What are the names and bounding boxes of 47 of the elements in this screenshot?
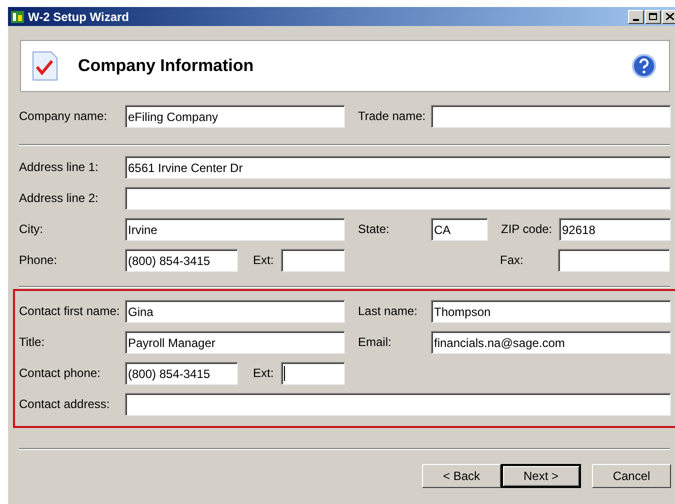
text-field[interactable] [431,105,671,128]
window-title: W-2 Setup Wizard [28,8,129,26]
field-label: Fax: [500,253,524,267]
wizard-button[interactable]: Next > [501,464,581,488]
field-label: Contact first name: [19,304,120,318]
wizard-button[interactable]: Cancel [592,464,671,488]
field-label: Ext: [253,253,274,267]
field-label: Address line 2: [19,191,98,205]
text-field[interactable] [281,362,345,385]
field-label: Address line 1: [19,160,98,174]
text-field[interactable] [281,249,345,272]
text-field[interactable] [125,393,671,416]
field-label: Ext: [253,366,274,380]
close-icon [666,13,674,20]
close-button[interactable] [662,10,675,24]
text-field[interactable]: financials.na@sage.com [431,331,671,354]
field-label: Phone: [19,253,58,267]
text-field[interactable]: CA [431,218,488,241]
text-field[interactable]: eFiling Company [125,105,345,128]
help-icon[interactable] [632,54,656,78]
text-cursor [284,366,285,381]
field-label: Contact address: [19,397,110,411]
text-field[interactable]: Gina [125,300,345,323]
wizard-button[interactable]: < Back [422,464,501,488]
maximize-button[interactable] [645,10,661,24]
text-field[interactable]: Irvine [125,218,345,241]
field-label: ZIP code: [501,222,552,236]
page-title: Company Information [78,55,254,78]
field-label: Title: [19,335,45,349]
field-label: City: [19,222,43,236]
text-field[interactable]: Thompson [431,300,671,323]
text-field[interactable] [125,187,671,210]
field-label: Company name: [19,109,108,123]
app-icon [10,10,25,24]
text-field[interactable]: (800) 854-3415 [125,362,238,385]
text-field[interactable]: Payroll Manager [125,331,345,354]
field-label: State: [358,222,390,236]
text-field[interactable]: 92618 [559,218,671,241]
field-label: Last name: [358,304,418,318]
field-label: Trade name: [358,109,426,123]
field-label: Contact phone: [19,366,100,380]
text-field[interactable]: (800) 854-3415 [125,249,238,272]
checked-document-icon [32,51,58,81]
text-field[interactable]: 6561 Irvine Center Dr [125,156,671,179]
field-label: Email: [358,335,392,349]
text-field[interactable] [558,249,670,272]
minimize-button[interactable] [628,10,644,24]
